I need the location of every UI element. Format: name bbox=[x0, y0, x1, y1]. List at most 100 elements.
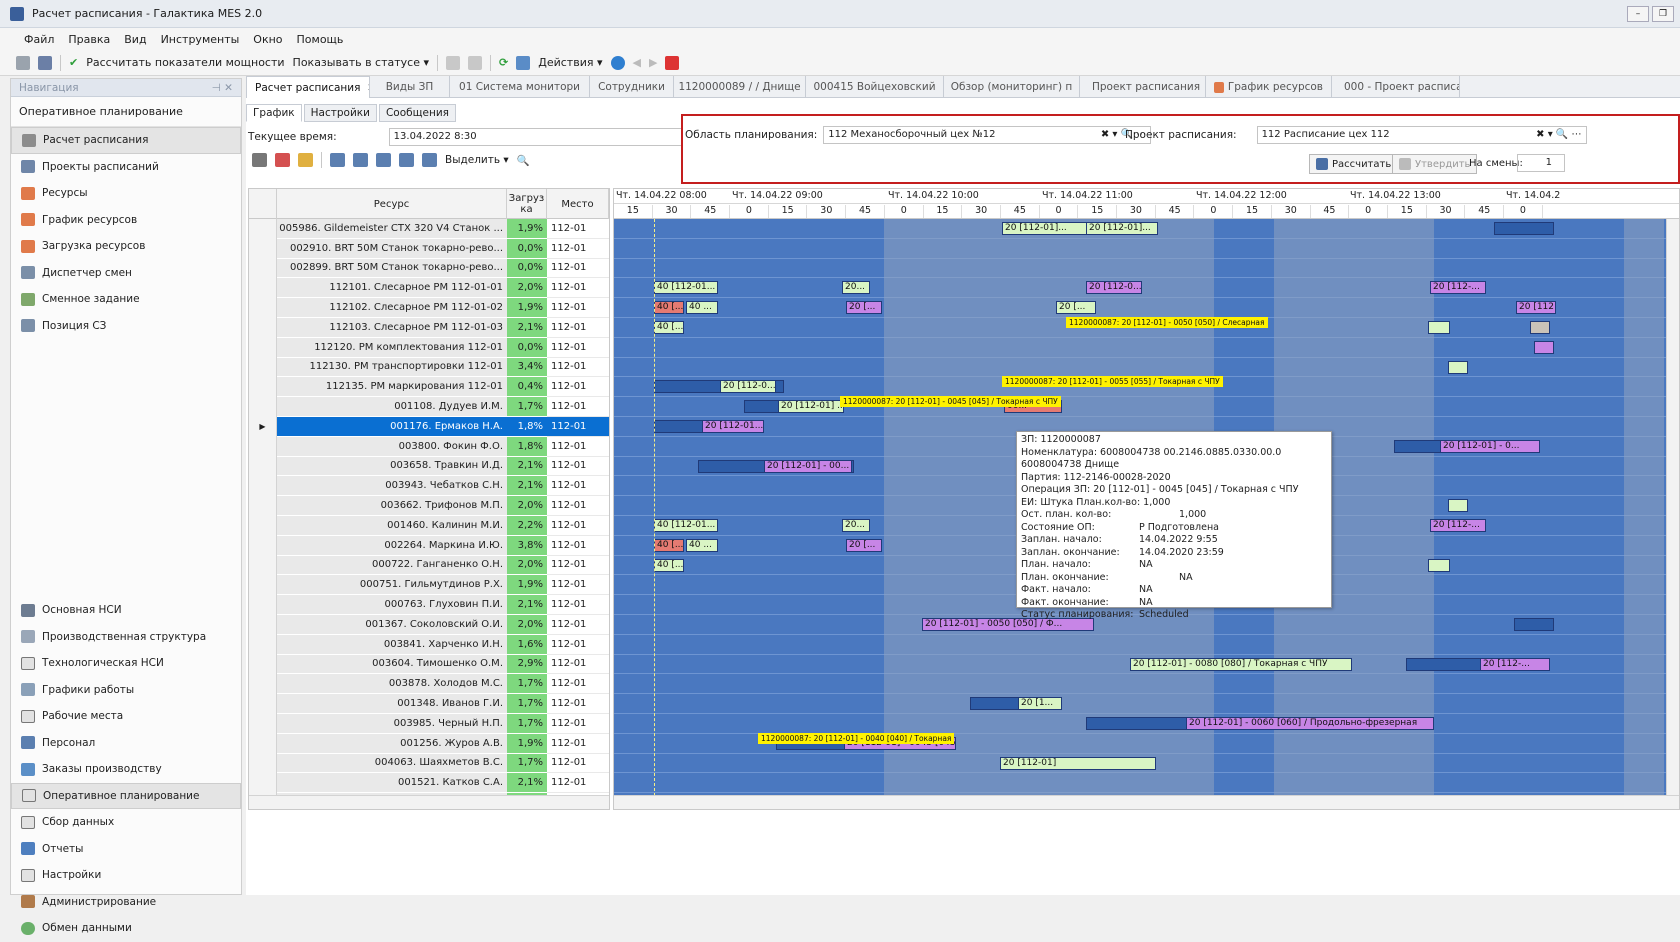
operation-bar[interactable]: 20 [112-01] - 0080 [080] / Токарная с ЧП… bbox=[1130, 657, 1352, 671]
nav-item-prod-structure[interactable]: Производственная структура bbox=[11, 624, 241, 651]
place-cell[interactable]: 112-01 bbox=[547, 516, 609, 536]
table-row[interactable]: 000751. Гильмутдинов Р.Х. 1,9% 112-01 bbox=[249, 575, 609, 596]
tab-messages[interactable]: Сообщения bbox=[378, 104, 456, 122]
grid-scrollbar[interactable] bbox=[249, 795, 609, 809]
nav-item-resources[interactable]: Ресурсы bbox=[11, 180, 241, 207]
place-cell[interactable]: 112-01 bbox=[547, 733, 609, 754]
select-menu[interactable]: Выделить ▾ bbox=[445, 154, 509, 166]
place-cell[interactable]: 112-01 bbox=[547, 377, 609, 398]
operation-bar[interactable]: 20 [112-... bbox=[1480, 657, 1550, 671]
place-cell[interactable]: 112-01 bbox=[547, 595, 609, 615]
resource-cell[interactable]: 000751. Гильмутдинов Р.Х. bbox=[277, 575, 507, 596]
back-icon[interactable]: ◀ bbox=[633, 56, 641, 69]
load-cell[interactable]: 0,0% bbox=[507, 238, 547, 259]
tab-schedule-project[interactable]: Проект расписания bbox=[1080, 76, 1206, 98]
table-row[interactable]: 001460. Калинин М.И. 2,2% 112-01 bbox=[249, 516, 609, 536]
operation-bar[interactable]: 20 [112-01] - 0060 [060] / Продольно-фре… bbox=[1186, 717, 1434, 730]
tab-project-000[interactable]: 000 - Проект расписан bbox=[1332, 76, 1460, 98]
place-cell[interactable]: 112-01 bbox=[547, 417, 609, 437]
nav-item-schedule-projects[interactable]: Проекты расписаний bbox=[11, 154, 241, 181]
table-row[interactable]: 003658. Травкин И.Д. 2,1% 112-01 bbox=[249, 456, 609, 477]
table-row[interactable]: 001348. Иванов Г.И. 1,7% 112-01 bbox=[249, 694, 609, 714]
nav-item-sz-position[interactable]: Позиция СЗ bbox=[11, 313, 241, 340]
info-icon[interactable] bbox=[610, 55, 625, 70]
operation-bar[interactable]: 20 [... bbox=[1056, 301, 1096, 315]
place-cell[interactable]: 112-01 bbox=[547, 476, 609, 497]
nav-item-shift-dispatcher[interactable]: Диспетчер смен bbox=[11, 260, 241, 287]
load-cell[interactable]: 1,7% bbox=[507, 674, 547, 695]
place-cell[interactable]: 112-01 bbox=[547, 298, 609, 318]
operation-bar[interactable]: 20 [... bbox=[846, 538, 882, 552]
table-row[interactable]: 003841. Харченко И.Н. 1,6% 112-01 bbox=[249, 634, 609, 655]
load-cell[interactable]: 1,8% bbox=[507, 417, 547, 437]
place-cell[interactable]: 112-01 bbox=[547, 753, 609, 774]
forward-icon[interactable]: ▶ bbox=[649, 56, 657, 69]
load-cell[interactable]: 1,9% bbox=[507, 733, 547, 754]
resource-cell[interactable]: 003943. Чебатков С.Н. bbox=[277, 476, 507, 497]
table-row[interactable]: 003662. Трифонов М.П. 2,0% 112-01 bbox=[249, 496, 609, 516]
table-row[interactable]: 112101. Слесарное РМ 112-01-01 2,0% 112-01 bbox=[249, 278, 609, 299]
calculate-button[interactable]: Рассчитать bbox=[1309, 154, 1399, 174]
table-row[interactable]: 004063. Шаяхметов В.С. 1,7% 112-01 bbox=[249, 753, 609, 774]
operation-bar[interactable]: 20 [112-01]... bbox=[1086, 222, 1158, 235]
tab-employees[interactable]: Сотрудники bbox=[590, 76, 674, 98]
resource-cell[interactable]: 001256. Журов А.В. bbox=[277, 733, 507, 754]
load-cell[interactable]: 2,1% bbox=[507, 773, 547, 794]
load-cell[interactable]: 0,0% bbox=[507, 258, 547, 279]
resource-cell[interactable]: 112102. Слесарное РМ 112-01-02 bbox=[277, 298, 507, 318]
load-cell[interactable]: 2,1% bbox=[507, 456, 547, 477]
operation-bar[interactable] bbox=[1448, 360, 1468, 374]
operation-bar[interactable]: 20 [112 bbox=[1516, 301, 1556, 315]
place-cell[interactable]: 112-01 bbox=[547, 397, 609, 417]
load-cell[interactable]: 0,4% bbox=[507, 377, 547, 398]
resource-cell[interactable]: 000722. Ганганенко О.Н. bbox=[277, 555, 507, 576]
place-cell[interactable]: 112-01 bbox=[547, 773, 609, 794]
table-row[interactable]: 003943. Чебатков С.Н. 2,1% 112-01 bbox=[249, 476, 609, 497]
col-resource[interactable]: Ресурс bbox=[277, 189, 507, 219]
expand-icon[interactable] bbox=[330, 153, 345, 167]
table-row[interactable]: 003604. Тимошенко О.М. 2,9% 112-01 bbox=[249, 654, 609, 675]
nav-item-settings[interactable]: Настройки bbox=[11, 862, 241, 889]
area-field[interactable]: 112 Механосборочный цех №12 ✖ ▾ 🔍 ⋯ bbox=[823, 126, 1152, 144]
operation-bar[interactable]: 40 [... bbox=[654, 538, 684, 552]
nav-item-workplaces[interactable]: Рабочие места bbox=[11, 703, 241, 730]
resource-cell[interactable]: 003841. Харченко И.Н. bbox=[277, 634, 507, 655]
place-cell[interactable]: 112-01 bbox=[547, 238, 609, 259]
operation-bar[interactable]: 20 [112-01... bbox=[702, 420, 764, 433]
resource-cell[interactable]: 112120. РМ комплектования 112-01 bbox=[277, 337, 507, 358]
nav-item-main-nsi[interactable]: Основная НСИ bbox=[11, 597, 241, 624]
nav-item-reports[interactable]: Отчеты bbox=[11, 836, 241, 863]
place-cell[interactable]: 112-01 bbox=[547, 654, 609, 675]
resource-cell[interactable]: 112135. РМ маркирования 112-01 bbox=[277, 377, 507, 398]
columns-icon[interactable] bbox=[422, 153, 437, 167]
nav-item-shift-task[interactable]: Сменное задание bbox=[11, 286, 241, 313]
load-cell[interactable]: 1,9% bbox=[507, 575, 547, 596]
clear-dropdown-icon[interactable]: ✖ ▾ 🔍 ⋯ bbox=[1536, 129, 1581, 141]
menu-help[interactable]: Помощь bbox=[297, 33, 344, 46]
table-row[interactable]: 112135. РМ маркирования 112-01 0,4% 112-01 bbox=[249, 377, 609, 398]
collapse-icon[interactable] bbox=[353, 153, 368, 167]
preview-icon[interactable] bbox=[275, 153, 290, 167]
tab-schedule-calc[interactable]: Расчет расписания ✕ bbox=[246, 76, 370, 98]
save-all-icon[interactable] bbox=[38, 55, 52, 70]
resource-cell[interactable]: 001176. Ермаков Н.А. bbox=[277, 417, 507, 437]
operation-bar[interactable]: 40 ... bbox=[686, 538, 718, 552]
resource-cell[interactable]: 005986. Gildemeister CTX 320 V4 Станок .… bbox=[277, 219, 507, 239]
nav-item-data-exchange[interactable]: Обмен данными bbox=[11, 915, 241, 942]
menu-edit[interactable]: Правка bbox=[68, 33, 110, 46]
operation-bar[interactable]: 20... bbox=[842, 281, 870, 295]
table-row[interactable]: 000722. Ганганенко О.Н. 2,0% 112-01 bbox=[249, 555, 609, 576]
operation-bar[interactable] bbox=[1448, 499, 1468, 513]
nav-item-personnel[interactable]: Персонал bbox=[11, 730, 241, 757]
load-cell[interactable]: 0,0% bbox=[507, 337, 547, 358]
place-cell[interactable]: 112-01 bbox=[547, 219, 609, 239]
tab-resource-graph[interactable]: График ресурсов bbox=[1206, 76, 1332, 98]
operation-bar[interactable] bbox=[1494, 222, 1554, 235]
menu-file[interactable]: Файл bbox=[24, 33, 54, 46]
operation-bar[interactable]: 20 [... bbox=[846, 301, 882, 315]
load-cell[interactable]: 3,4% bbox=[507, 357, 547, 378]
resource-cell[interactable]: 001348. Иванов Г.И. bbox=[277, 694, 507, 714]
operation-bar[interactable]: 20 [112-01] bbox=[1000, 756, 1156, 770]
load-cell[interactable]: 1,7% bbox=[507, 714, 547, 734]
approve-button[interactable]: Утвердить bbox=[1392, 154, 1478, 174]
